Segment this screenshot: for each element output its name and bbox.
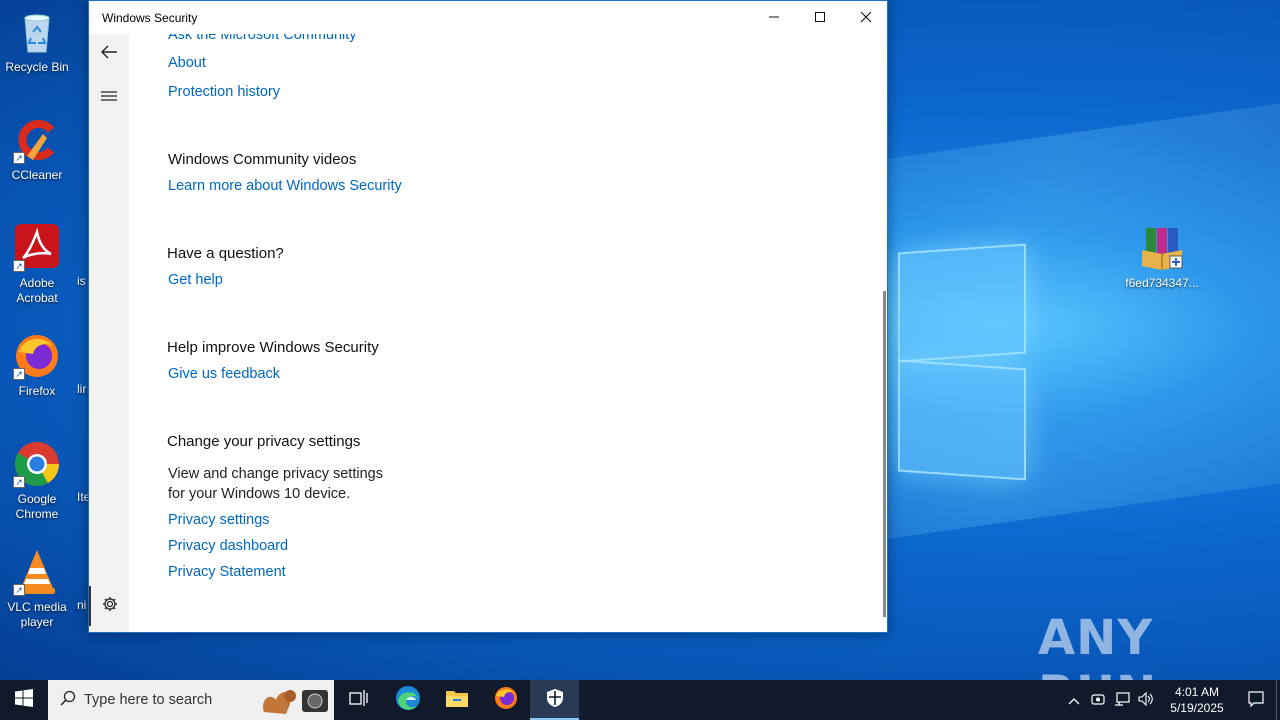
- windows-start-icon: [15, 688, 33, 712]
- volume-icon: [1138, 691, 1154, 709]
- gear-icon: [102, 596, 118, 617]
- firefox-icon: ↗: [13, 332, 61, 380]
- back-button[interactable]: [89, 34, 129, 74]
- protection-history-link[interactable]: Protection history: [168, 84, 280, 100]
- settings-button[interactable]: [89, 586, 129, 626]
- system-tray: 4:01 AM 5/19/2025: [1062, 680, 1280, 720]
- community-videos-heading: Windows Community videos: [168, 151, 357, 168]
- taskbar-edge[interactable]: [383, 680, 432, 720]
- close-button[interactable]: [843, 1, 889, 34]
- start-button[interactable]: [0, 680, 48, 720]
- show-hidden-icons-button[interactable]: [1062, 680, 1086, 720]
- hidden-icon-label: ni: [77, 598, 87, 612]
- desktop-icon-google-chrome[interactable]: ↗ Google Chrome: [0, 440, 74, 522]
- file-explorer-icon: [445, 688, 469, 713]
- task-view-icon: [348, 689, 369, 712]
- feedback-link[interactable]: Give us feedback: [168, 366, 280, 382]
- volume-button[interactable]: [1134, 680, 1158, 720]
- vertical-scrollbar[interactable]: [883, 291, 886, 617]
- title-bar[interactable]: Windows Security: [89, 1, 887, 34]
- network-button[interactable]: [1110, 680, 1134, 720]
- windows-security-icon: [546, 688, 564, 713]
- action-center-button[interactable]: [1236, 680, 1276, 720]
- about-link[interactable]: About: [168, 55, 206, 71]
- taskbar-search-box[interactable]: Type here to search: [48, 680, 334, 720]
- meet-now-button[interactable]: [1086, 680, 1110, 720]
- windows-logo-wallpaper: [890, 240, 1030, 481]
- chevron-up-icon: [1068, 693, 1080, 708]
- desktop-icon-recycle-bin[interactable]: Recycle Bin: [0, 8, 74, 75]
- clock[interactable]: 4:01 AM 5/19/2025: [1158, 684, 1236, 716]
- close-icon: [860, 10, 872, 26]
- notification-icon: [1248, 690, 1264, 710]
- privacy-description: View and change privacy settings for you…: [168, 466, 383, 502]
- minimize-button[interactable]: [751, 1, 797, 34]
- window-title: Windows Security: [102, 10, 198, 25]
- edge-icon: [395, 685, 421, 716]
- search-icon: [60, 690, 76, 710]
- taskbar-windows-security[interactable]: [530, 680, 579, 720]
- hamburger-menu-icon: [101, 89, 117, 107]
- ccleaner-icon: ↗: [13, 116, 61, 164]
- get-help-link[interactable]: Get help: [168, 272, 223, 288]
- firefox-icon: [494, 686, 518, 715]
- maximize-button[interactable]: [797, 1, 843, 34]
- vlc-icon: ↗: [13, 548, 61, 596]
- desktop-icon-adobe-acrobat[interactable]: ↗ Adobe Acrobat: [0, 224, 74, 306]
- privacy-statement-link[interactable]: Privacy Statement: [168, 564, 286, 580]
- privacy-heading: Change your privacy settings: [167, 433, 361, 450]
- desktop-icon-firefox[interactable]: ↗ Firefox: [0, 332, 74, 399]
- desktop-icon-archive-file[interactable]: f6ed734347...: [1124, 224, 1200, 291]
- navigation-pane: [89, 34, 129, 632]
- anyrun-watermark: ANY RUN: [1038, 610, 1156, 680]
- meet-now-icon: [1091, 692, 1105, 709]
- back-arrow-icon: [100, 44, 118, 65]
- hidden-icon-label: lir: [77, 382, 87, 396]
- network-icon: [1114, 691, 1130, 709]
- taskbar-firefox[interactable]: [481, 680, 530, 720]
- hidden-icon-label: is: [77, 274, 86, 288]
- privacy-dashboard-link[interactable]: Privacy dashboard: [168, 538, 288, 554]
- improve-heading: Help improve Windows Security: [167, 339, 379, 356]
- adobe-acrobat-icon: ↗: [13, 224, 61, 272]
- winrar-archive-icon: [1138, 224, 1186, 272]
- show-desktop-button[interactable]: [1276, 680, 1280, 720]
- learn-more-link[interactable]: Learn more about Windows Security: [168, 178, 402, 194]
- taskbar-file-explorer[interactable]: [432, 680, 481, 720]
- privacy-settings-link[interactable]: Privacy settings: [168, 512, 270, 528]
- windows-security-window: Windows Security Ask the Microsoft Commu…: [88, 0, 888, 633]
- task-view-button[interactable]: [334, 680, 383, 720]
- desktop-icon-ccleaner[interactable]: ↗ CCleaner: [0, 116, 74, 183]
- taskbar: Type here to search 4:01 AM 5/19/2025: [0, 680, 1280, 720]
- maximize-icon: [814, 10, 826, 26]
- search-highlight-icon: [256, 682, 332, 720]
- clock-date: 5/19/2025: [1170, 701, 1224, 715]
- search-placeholder: Type here to search: [84, 692, 213, 708]
- recycle-bin-icon: [13, 8, 61, 56]
- question-heading: Have a question?: [167, 245, 284, 262]
- desktop-icon-vlc[interactable]: ↗ VLC media player: [0, 548, 74, 630]
- menu-button[interactable]: [89, 78, 129, 118]
- chrome-icon: ↗: [13, 440, 61, 488]
- minimize-icon: [768, 10, 780, 26]
- clock-time: 4:01 AM: [1174, 685, 1220, 699]
